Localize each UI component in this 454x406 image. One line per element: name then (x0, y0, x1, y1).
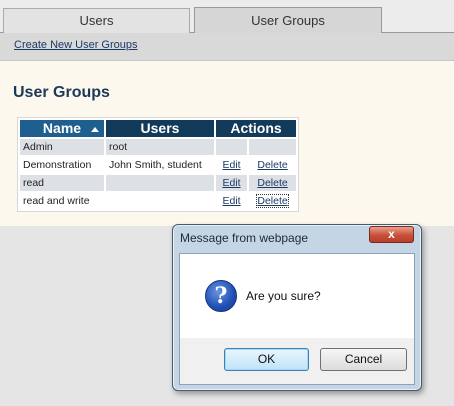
group-users (106, 193, 214, 209)
dialog-title: Message from webpage (180, 231, 309, 245)
main-content: User Groups Name Users Actions Admin roo… (0, 61, 454, 226)
table-row: read Edit Delete (20, 175, 296, 191)
delete-link[interactable]: Delete (257, 177, 287, 189)
tab-bar: Users User Groups (0, 0, 454, 34)
page-title: User Groups (13, 84, 110, 101)
group-users (106, 175, 214, 191)
tab-user-groups[interactable]: User Groups (194, 7, 382, 34)
edit-link[interactable]: Edit (222, 195, 240, 207)
user-groups-table: Name Users Actions Admin root Demonstrat… (17, 117, 299, 212)
edit-cell (216, 139, 248, 155)
ok-button[interactable]: OK (224, 348, 309, 371)
table-row: Admin root (20, 139, 296, 155)
delete-link[interactable]: Delete (256, 194, 289, 208)
group-name: Demonstration (23, 159, 92, 171)
table-row: read and write Edit Delete (20, 193, 296, 209)
edit-link[interactable]: Edit (222, 159, 240, 171)
dialog-message: Are you sure? (246, 289, 321, 303)
question-icon: ? (205, 280, 237, 312)
tab-users[interactable]: Users (3, 8, 190, 33)
delete-cell (249, 139, 296, 155)
group-name: read and write (23, 195, 90, 207)
sort-ascending-icon (91, 127, 99, 132)
dialog-close-button[interactable]: x (369, 226, 414, 243)
group-users: root (106, 139, 214, 155)
cancel-button[interactable]: Cancel (320, 348, 407, 371)
dialog-body: ? Are you sure? OK Cancel (179, 253, 415, 385)
column-header-name[interactable]: Name (20, 120, 104, 137)
group-name: read (20, 175, 104, 191)
group-users: John Smith, student (109, 159, 202, 171)
create-user-group-link[interactable]: Create New User Groups (14, 39, 138, 51)
sub-toolbar: Create New User Groups (0, 33, 454, 61)
column-header-users[interactable]: Users (106, 120, 214, 137)
delete-link[interactable]: Delete (257, 159, 287, 171)
group-name: Admin (20, 139, 104, 155)
dialog-message-area: ? Are you sure? (180, 254, 414, 338)
column-header-actions: Actions (216, 120, 296, 137)
edit-link[interactable]: Edit (222, 177, 240, 189)
table-row: Demonstration John Smith, student Edit D… (20, 157, 296, 173)
confirm-dialog: Message from webpage x ? Are you sure? O… (172, 224, 422, 391)
column-header-name-label: Name (42, 120, 82, 136)
